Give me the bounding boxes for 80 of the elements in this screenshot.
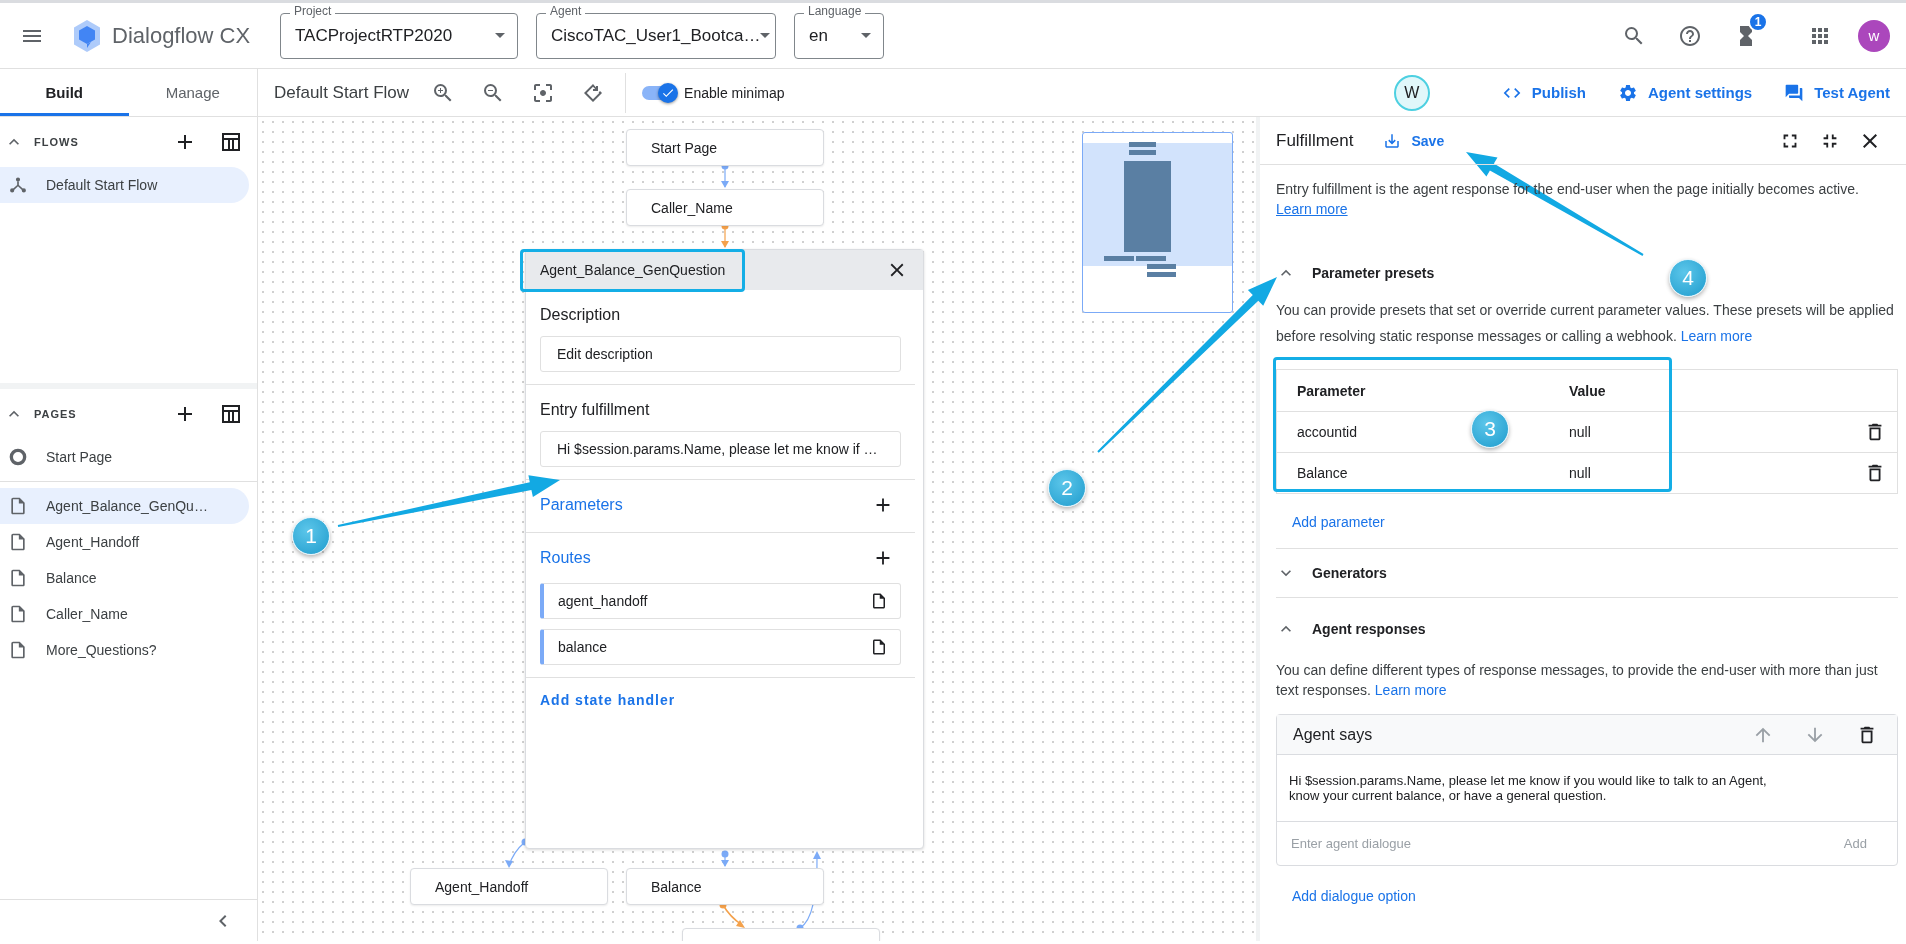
sidebar-item[interactable]: Start Page [0,439,249,475]
sidebar-item[interactable]: Agent_Balance_GenQu… [0,488,249,524]
panel-title: Fulfillment [1276,130,1354,151]
sidebar-item[interactable]: Agent_Handoff [0,524,249,560]
table-cell: null [1569,424,1591,440]
add-state-handler-link[interactable]: Add state handler [526,678,923,722]
sidebar-item[interactable]: Caller_Name [0,596,249,632]
page-node[interactable]: Start Page [626,129,824,166]
flow-connector [721,850,729,867]
notification-badge: 1 [1748,11,1768,32]
section-link[interactable]: Routes [540,549,591,567]
table-cell: Balance [1297,465,1348,481]
section-title: PAGES [34,408,78,420]
page-node[interactable]: Caller_Name [626,189,824,226]
section-link[interactable]: Parameters [540,496,623,514]
dropdown-icon [760,33,771,38]
table-icon [219,130,243,154]
section-toggle[interactable]: Agent responses [1276,598,1898,660]
field-label: Agent [546,3,586,18]
table-icon [219,402,243,426]
section-title: FLOWS [34,136,80,148]
avatar[interactable]: w [1858,19,1890,52]
table-cell: null [1569,465,1591,481]
route-item[interactable]: agent_handoff [540,583,901,619]
page-node[interactable]: Agent_Handoff [410,868,608,905]
page-icon [8,604,28,624]
add-dialogue-option-link[interactable]: Add dialogue option [1276,866,1432,922]
field-label: Project [290,3,336,18]
route-item[interactable]: balance [540,629,901,665]
page-icon [8,640,28,660]
minimap[interactable] [1082,132,1233,313]
card-title: Agent says [1293,725,1374,744]
nav-tab[interactable]: Manage [128,69,257,116]
learn-more-link[interactable]: Learn more [1276,201,1348,217]
product-name: Dialogflow CX [112,22,251,49]
page-icon [870,638,888,656]
response-message: Hi $session.params.Name, please let me know if you would like to talk to an Agent, know your current balance, or have a general question. [1277,755,1897,822]
sidebar-item[interactable]: Default Start Flow [0,167,249,203]
save-button[interactable]: Save [1383,131,1445,150]
section-toggle[interactable]: Generators [1276,549,1898,597]
page-icon [8,532,28,552]
dialogue-input[interactable]: Enter agent dialogue [1289,835,1844,852]
page-node[interactable]: Balance [626,868,824,905]
switch-label: Enable minimap [684,84,785,101]
gear-icon [1617,82,1638,103]
collaborator-avatar: W [1393,74,1430,111]
callout-number: 3 [1471,410,1509,448]
save-icon [1383,131,1402,150]
description-field[interactable]: Edit description [540,336,901,372]
section-label: Entry fulfillment [540,401,651,419]
toolbar-action[interactable]: Agent settings [1617,82,1753,103]
column-header: Parameter [1297,382,1366,399]
field-label: Language [804,3,866,18]
learn-more-link[interactable]: Learn more [1680,328,1753,344]
callout-number: 4 [1669,259,1707,297]
learn-more-link[interactable]: Learn more [1374,682,1447,698]
chat-icon [1784,82,1805,103]
branch-icon [8,175,28,195]
flow-title: Default Start Flow [274,82,410,103]
section-label: Description [540,306,622,324]
nav-tab[interactable]: Build [0,69,129,116]
minimap-switch[interactable] [640,81,679,104]
add-parameter-link[interactable]: Add parameter [1276,494,1401,548]
section-description: You can define different types of response messages, to provide the end-user with more than just text responses. Learn more [1276,661,1879,700]
logo-icon [72,18,102,53]
dropdown-icon [495,33,505,38]
dropdown-icon [861,33,871,38]
toolbar-action[interactable]: Publish [1501,82,1586,103]
column-header: Value [1569,382,1606,399]
page-icon [8,568,28,588]
toolbar-action[interactable]: Test Agent [1784,82,1890,103]
page-icon [870,592,888,610]
fulfillment-field[interactable]: Hi $session.params.Name, please let me know if … [540,431,901,467]
page-icon [8,496,28,516]
sidebar-item[interactable]: More_Questions? [0,632,249,668]
card-title: Agent_Balance_GenQuestion [540,262,726,278]
help-icon [1678,23,1702,48]
section-description: You can provide presets that set or override current parameter values. These presets will be applied before resolving static response messages or calling a webhook. Learn more [1276,301,1895,346]
sidebar-item[interactable]: Balance [0,560,249,596]
table-cell: accountid [1297,424,1357,440]
